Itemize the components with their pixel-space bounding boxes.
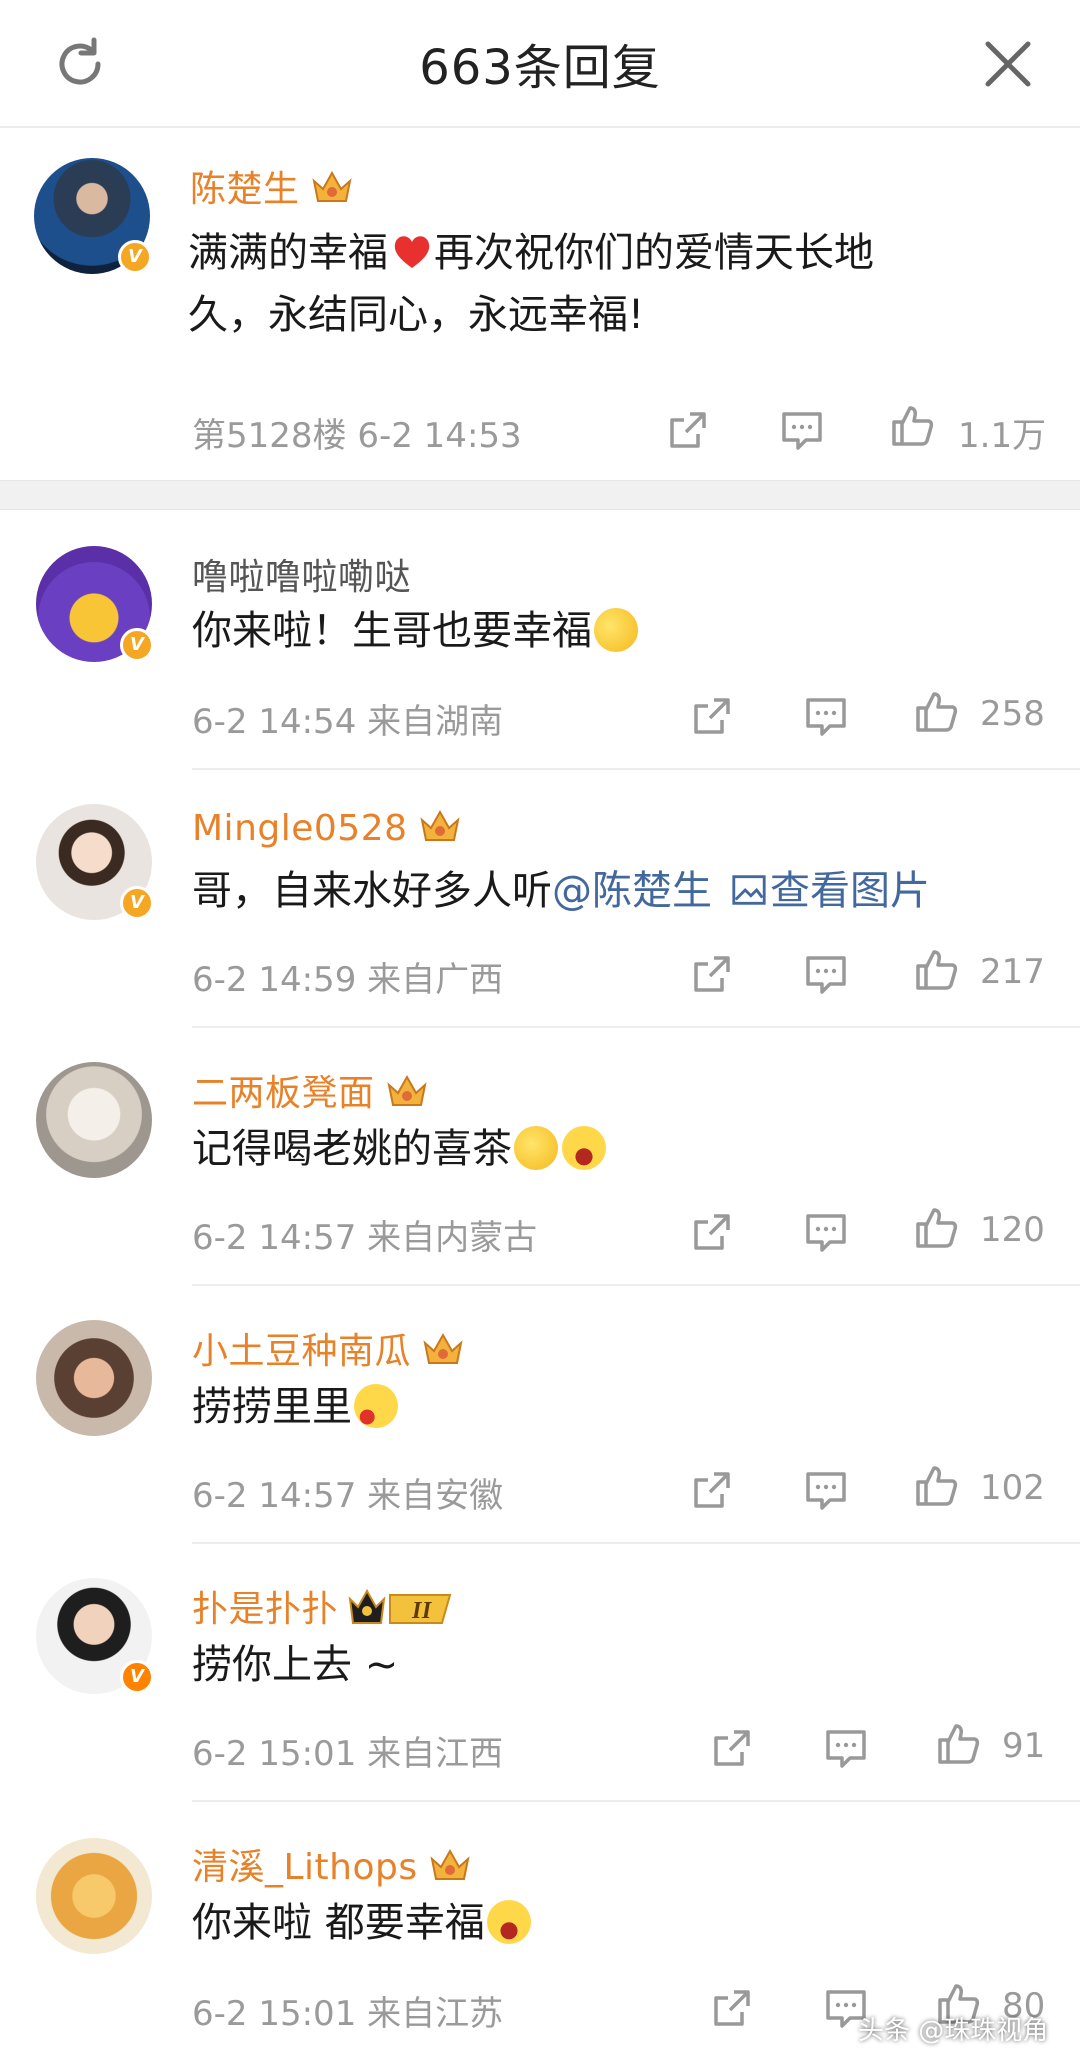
comment-icon[interactable]	[802, 692, 850, 740]
like-count: 120	[980, 1210, 1045, 1250]
comment-icon[interactable]	[802, 950, 850, 998]
reply-meta: 6-2 14:57 来自安徽	[192, 1476, 504, 1516]
heart-icon	[394, 236, 430, 268]
reply-text: 捞捞里里	[192, 1376, 398, 1438]
avatar[interactable]: V	[36, 546, 154, 662]
like-icon[interactable]	[912, 688, 960, 736]
like-count: 217	[980, 952, 1045, 992]
avatar[interactable]: V	[36, 804, 154, 920]
grin-emoji-icon	[486, 1900, 531, 1944]
verified-badge: V	[120, 886, 154, 920]
share-icon[interactable]	[664, 406, 712, 454]
like-count: 91	[1002, 1726, 1046, 1766]
username[interactable]: 扑是扑扑 II	[192, 1580, 456, 1632]
reply-text: 记得喝老姚的喜茶	[192, 1118, 606, 1180]
comment-icon[interactable]	[822, 1724, 870, 1772]
avatar[interactable]	[36, 1838, 152, 1954]
comment-icon[interactable]	[778, 406, 826, 454]
reply-meta: 6-2 15:01 来自江苏	[192, 1994, 504, 2034]
section-divider	[0, 480, 1080, 510]
crown-badge-icon	[423, 1332, 463, 1364]
svg-text:II: II	[411, 1598, 433, 1624]
comment-text-line2: 久，永结同心，永远幸福!	[188, 292, 645, 338]
blush-emoji-icon	[594, 608, 638, 652]
avatar[interactable]	[36, 1062, 152, 1178]
reply-meta: 6-2 14:54 来自湖南	[192, 702, 504, 742]
tongue-emoji-icon	[514, 1126, 558, 1170]
verified-badge: V	[120, 628, 154, 662]
crown-badge-icon	[311, 170, 352, 202]
love-emoji-icon	[354, 1384, 398, 1428]
divider	[192, 768, 1080, 770]
mention-link[interactable]: @陈楚生	[552, 868, 712, 914]
share-icon[interactable]	[688, 1208, 736, 1256]
divider	[192, 1026, 1080, 1028]
main-comment: V 陈楚生 满满的幸福 再次祝你们的爱情天长地 久，永结同心，永远幸福! 第512…	[0, 130, 1080, 480]
username[interactable]: 陈楚生	[190, 160, 354, 212]
crown-badge-icon	[419, 809, 460, 841]
like-count: 102	[980, 1468, 1045, 1508]
verified-badge: V	[118, 240, 152, 274]
like-icon[interactable]	[888, 402, 936, 450]
crown-badge-icon	[430, 1848, 470, 1880]
reply-meta: 6-2 15:01 来自江西	[192, 1734, 504, 1774]
avatar[interactable]: V	[34, 158, 152, 274]
comment-icon[interactable]	[802, 1466, 850, 1514]
watermark: 头条 @珠珠视角	[858, 2016, 1049, 2046]
close-icon[interactable]	[980, 36, 1036, 92]
share-icon[interactable]	[688, 692, 736, 740]
username[interactable]: Mingle0528	[192, 806, 462, 849]
share-icon[interactable]	[708, 1724, 756, 1772]
like-count: 1.1万	[958, 416, 1047, 456]
header: 663条回复	[0, 0, 1080, 128]
username[interactable]: 小土豆种南瓜	[192, 1322, 465, 1374]
floor-time: 第5128楼 6-2 14:53	[192, 416, 522, 456]
username[interactable]: 二两板凳面	[192, 1064, 429, 1116]
share-icon[interactable]	[688, 1466, 736, 1514]
username[interactable]: 清溪_Lithops	[192, 1838, 472, 1890]
like-count: 258	[980, 694, 1045, 734]
avatar[interactable]: V	[36, 1578, 154, 1694]
like-icon[interactable]	[912, 1462, 960, 1510]
like-icon[interactable]	[912, 946, 960, 994]
reply-meta: 6-2 14:59 来自广西	[192, 960, 504, 1000]
avatar[interactable]	[36, 1320, 152, 1436]
share-icon[interactable]	[688, 950, 736, 998]
crown-level-ii-badge-icon: II	[348, 1588, 452, 1624]
divider	[192, 1800, 1080, 1802]
like-icon[interactable]	[912, 1204, 960, 1252]
view-image-link[interactable]: 查看图片	[730, 868, 930, 914]
verified-badge: V	[120, 1660, 154, 1694]
reply-text: 捞你上去 ~	[192, 1642, 399, 1688]
reply-text: 你来啦 都要幸福	[192, 1892, 531, 1954]
comment-icon[interactable]	[802, 1208, 850, 1256]
grin-emoji-icon	[562, 1126, 606, 1170]
reply-text: 你来啦！生哥也要幸福	[192, 600, 638, 662]
username[interactable]: 噜啦噜啦嘞哒	[192, 548, 411, 600]
reply-meta: 6-2 14:57 来自内蒙古	[192, 1218, 538, 1258]
reply-text: 哥，自来水好多人听@陈楚生 查看图片	[192, 868, 930, 914]
image-icon	[732, 875, 766, 905]
like-icon[interactable]	[934, 1720, 982, 1768]
crown-badge-icon	[386, 1074, 427, 1106]
share-icon[interactable]	[708, 1984, 756, 2032]
page-title: 663条回复	[419, 40, 661, 96]
divider	[192, 1284, 1080, 1286]
comment-text: 满满的幸福 再次祝你们的爱情天长地	[188, 230, 874, 276]
divider	[192, 1542, 1080, 1544]
